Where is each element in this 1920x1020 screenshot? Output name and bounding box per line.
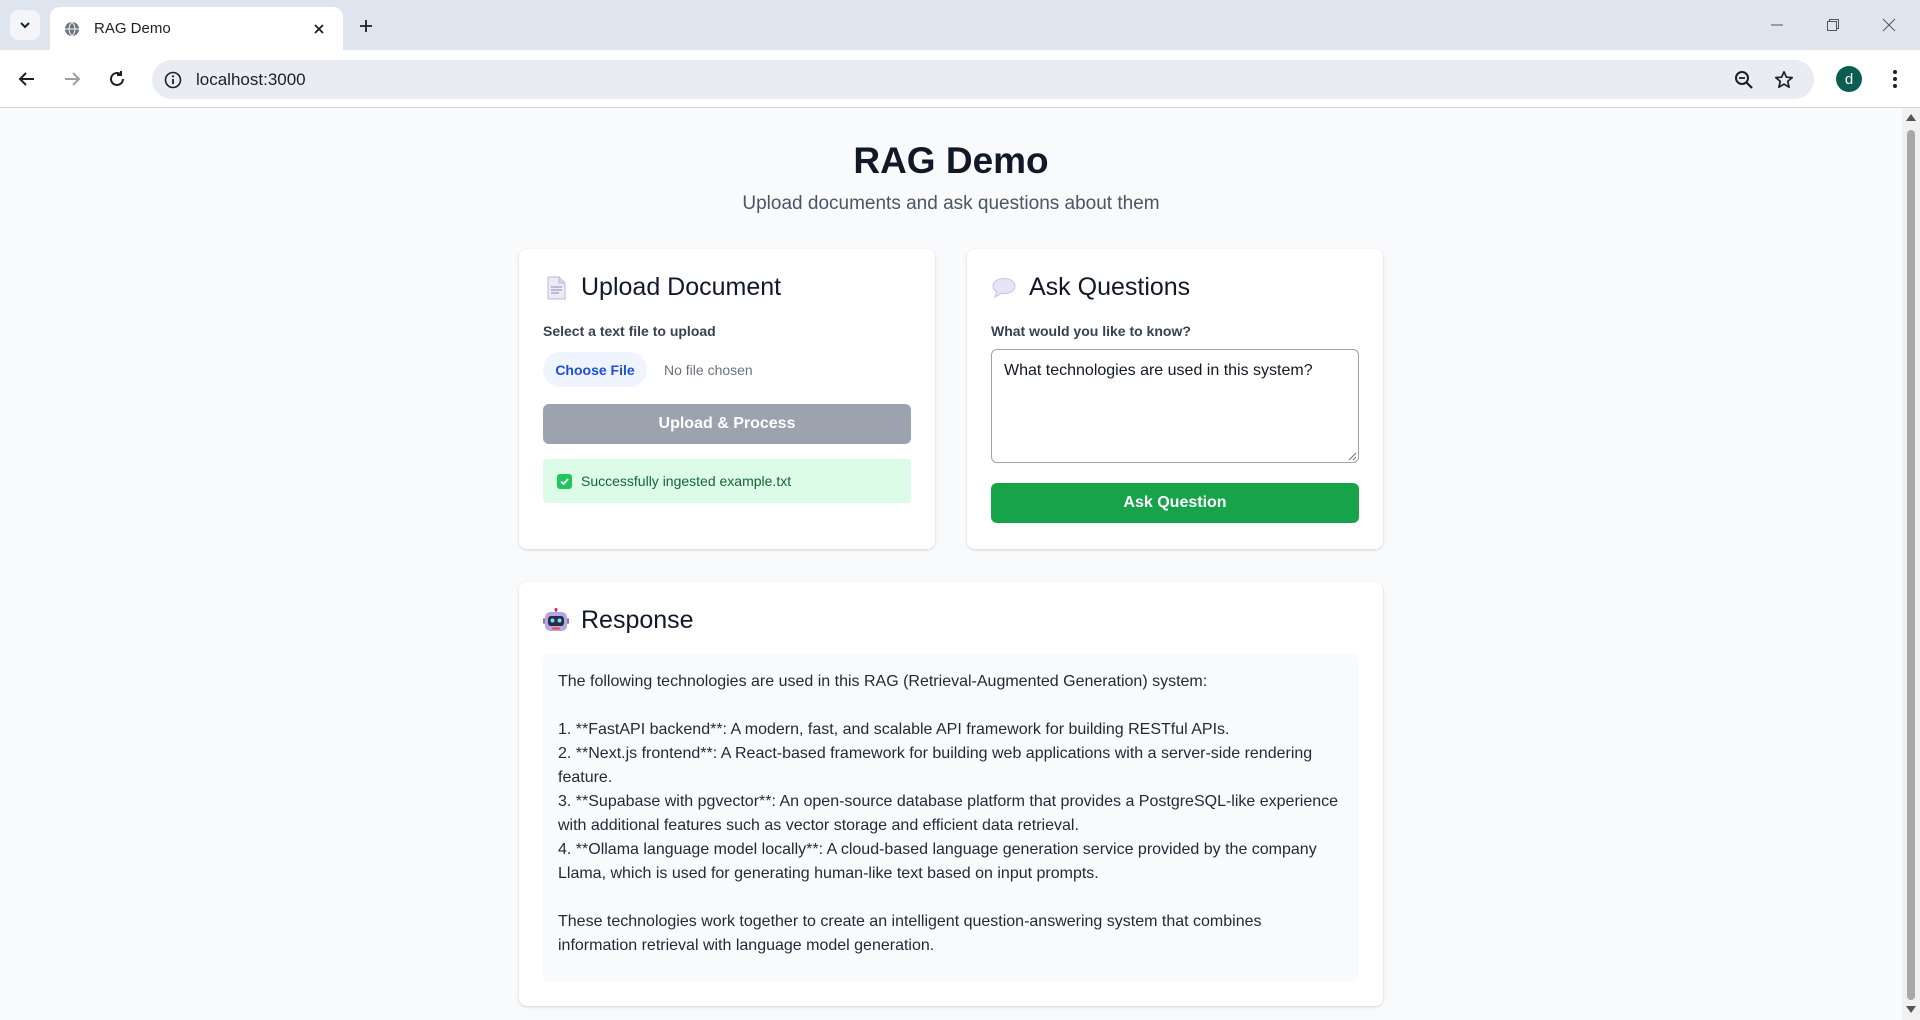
response-content: The following technologies are used in t… (543, 654, 1359, 982)
checkmark-icon (557, 473, 572, 489)
resize-handle-icon[interactable] (1348, 452, 1357, 461)
upload-card-header: Upload Document (543, 273, 781, 302)
file-field-label: Select a text file to upload (543, 323, 716, 339)
choose-file-button[interactable]: Choose File (543, 352, 647, 387)
question-input[interactable]: What technologies are used in this syste… (991, 349, 1359, 463)
upload-process-button[interactable]: Upload & Process (543, 404, 911, 444)
scroll-up-arrow-icon[interactable] (1906, 114, 1916, 121)
arrow-right-icon (65, 72, 81, 86)
ask-card-title: Ask Questions (1029, 273, 1191, 301)
restore-icon (1827, 19, 1839, 31)
globe-icon (64, 21, 80, 37)
reload-button[interactable] (102, 64, 132, 94)
scrollbar-thumb[interactable] (1907, 130, 1915, 1000)
restore-button[interactable] (1818, 10, 1848, 40)
plus-icon (360, 20, 372, 32)
chevron-down-icon (20, 22, 30, 29)
upload-card-title: Upload Document (581, 273, 782, 301)
site-info-icon[interactable] (162, 69, 184, 91)
tab-title: RAG Demo (94, 20, 171, 37)
file-input[interactable]: Choose File No file chosen (543, 352, 753, 387)
page-title: RAG Demo (853, 140, 1049, 181)
response-card-title: Response (581, 606, 694, 634)
address-bar[interactable]: localhost:3000 (152, 60, 1814, 99)
speech-bubble-icon (991, 275, 1017, 301)
page-scrollbar[interactable] (1902, 108, 1920, 1020)
document-icon (543, 275, 569, 301)
tab-search-button[interactable] (10, 10, 40, 40)
response-card-header: Response (543, 606, 694, 635)
minimize-button[interactable] (1762, 10, 1792, 40)
response-card: Response The following technologies are … (519, 582, 1383, 1006)
upload-success-message: Successfully ingested example.txt (543, 459, 911, 503)
success-text: Successfully ingested example.txt (581, 473, 792, 489)
forward-button[interactable] (57, 64, 87, 94)
browser-tab-active[interactable]: RAG Demo (50, 7, 343, 50)
question-field-label: What would you like to know? (991, 323, 1191, 339)
browser-toolbar: localhost:3000 d (0, 50, 1920, 108)
upload-document-card: Upload Document Select a text file to up… (519, 249, 935, 549)
page-viewport: RAG Demo Upload documents and ask questi… (0, 108, 1902, 1020)
arrow-left-icon (18, 72, 34, 86)
profile-avatar[interactable]: d (1836, 66, 1862, 92)
ask-questions-card: Ask Questions What would you like to kno… (967, 249, 1383, 549)
robot-icon (543, 607, 569, 634)
zoom-icon[interactable] (1732, 68, 1756, 92)
page-subtitle: Upload documents and ask questions about… (742, 193, 1160, 214)
new-tab-button[interactable] (352, 12, 380, 40)
bookmark-star-icon[interactable] (1772, 68, 1796, 92)
reload-icon (110, 71, 124, 86)
browser-menu-button[interactable] (1880, 64, 1910, 94)
url-text[interactable]: localhost:3000 (196, 70, 306, 90)
tab-strip: RAG Demo (0, 0, 1920, 50)
ask-question-button[interactable]: Ask Question (991, 483, 1359, 523)
minimize-icon (1771, 24, 1783, 26)
close-icon (1882, 18, 1896, 32)
response-text: The following technologies are used in t… (558, 673, 1339, 954)
file-status-text: No file chosen (664, 361, 753, 378)
more-vertical-icon (1893, 70, 1897, 88)
close-window-button[interactable] (1874, 10, 1904, 40)
back-button[interactable] (12, 64, 42, 94)
tab-close-icon[interactable] (309, 19, 329, 39)
ask-card-header: Ask Questions (991, 273, 1190, 302)
scroll-down-arrow-icon[interactable] (1906, 1006, 1916, 1013)
